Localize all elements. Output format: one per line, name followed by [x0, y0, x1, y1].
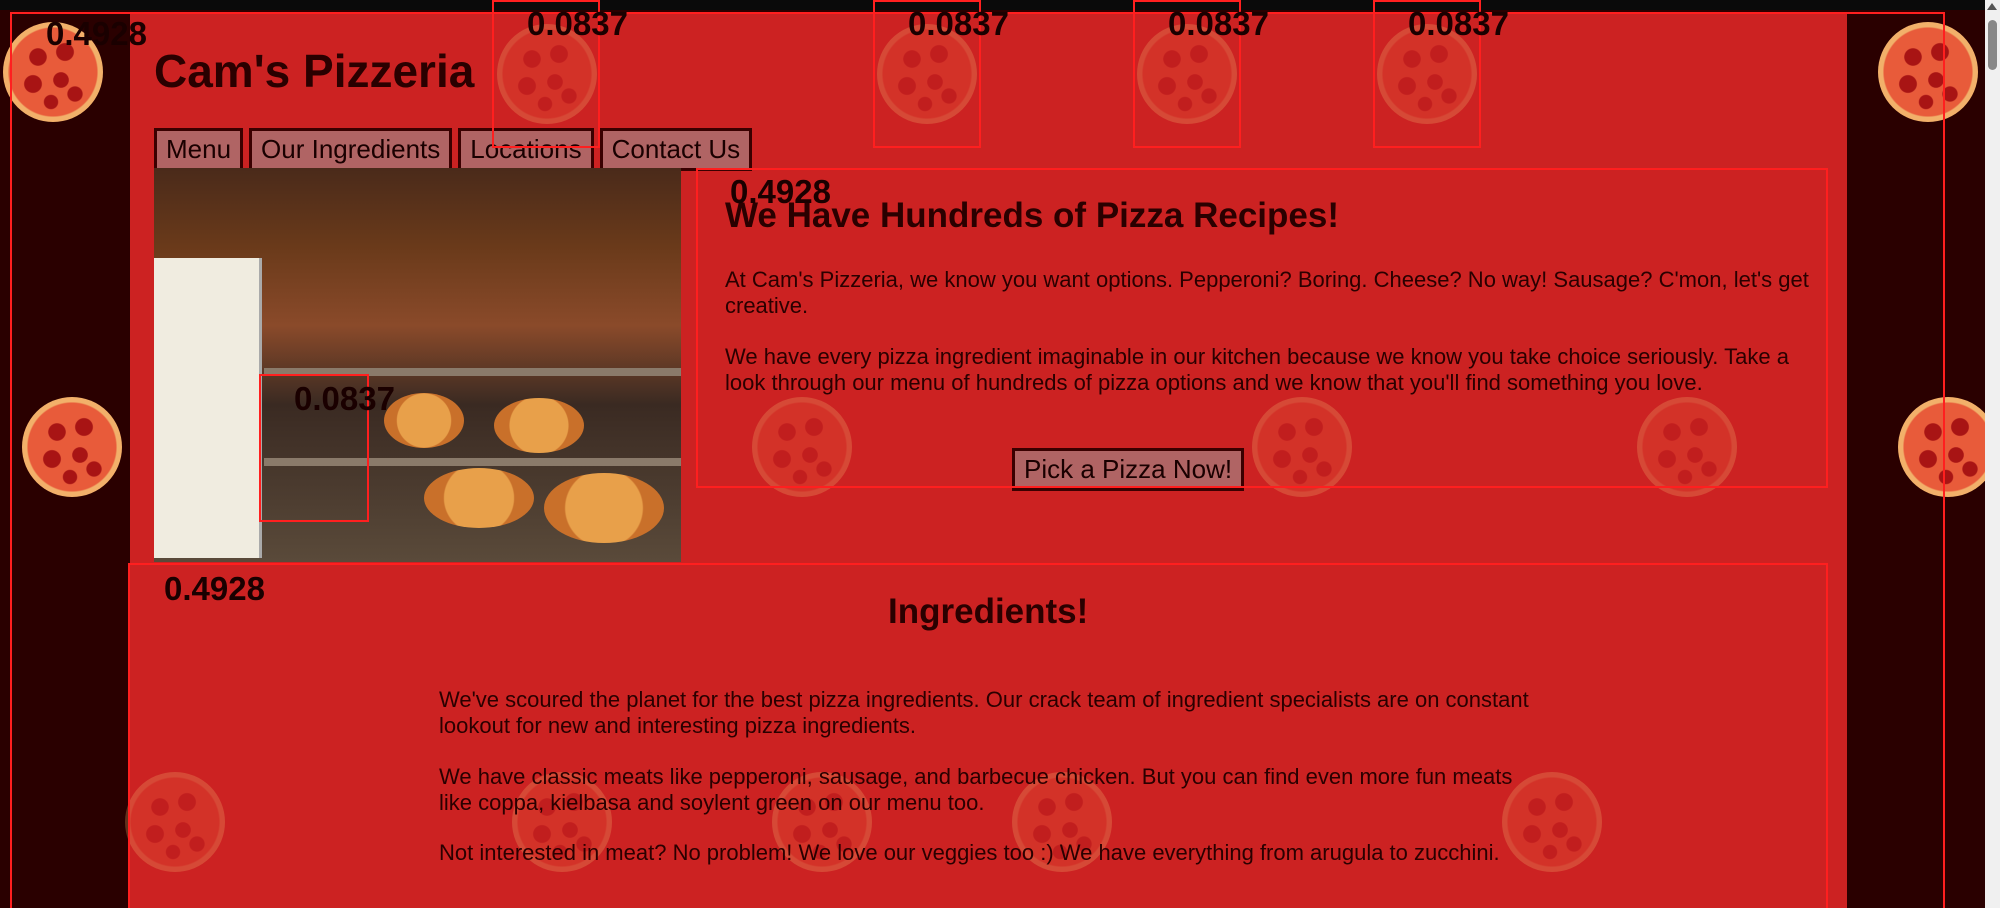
overlay-score: 0.0837 [1168, 5, 1269, 42]
overlay-box-ingredients [128, 563, 1828, 908]
overlay-score: 0.0837 [527, 5, 628, 42]
overlay-score: 0.4928 [46, 15, 147, 52]
page: Cam's Pizzeria Menu Our Ingredients Loca… [0, 0, 1985, 908]
overlay-score: 0.4928 [164, 570, 265, 607]
overlay-score: 0.0837 [908, 5, 1009, 42]
overlay-box-hero [696, 168, 1828, 488]
scroll-thumb[interactable] [1988, 20, 1997, 70]
vertical-scrollbar[interactable] [1985, 0, 2000, 908]
overlay-score: 0.0837 [1408, 5, 1509, 42]
overlay-score: 0.4928 [730, 173, 831, 210]
scroll-up-arrow-icon[interactable] [1987, 3, 1997, 10]
overlay-score: 0.0837 [294, 380, 395, 417]
